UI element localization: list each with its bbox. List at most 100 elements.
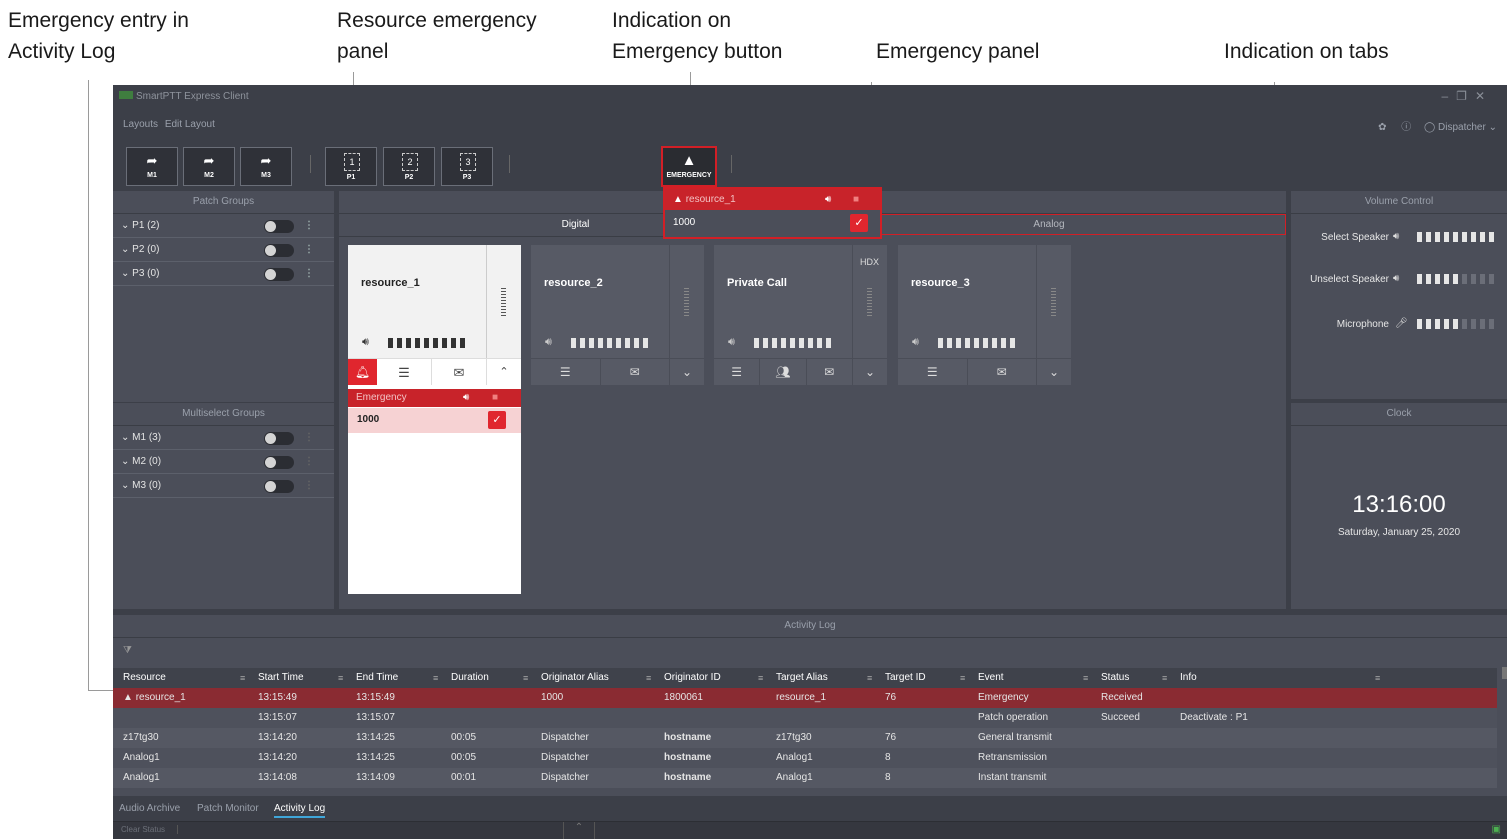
table-row[interactable]: z17tg30 13:14:20 13:14:25 00:05 Dispatcher ho… [113, 728, 1497, 748]
column-header[interactable]: Event [978, 668, 1004, 688]
speaker-icon[interactable]: 🔊︎ [545, 336, 552, 349]
speaker-icon[interactable]: 🔊︎ [912, 336, 919, 349]
chevron-down-icon[interactable]: ⌄ [121, 268, 129, 279]
more-icon[interactable]: ⋮ [304, 426, 314, 449]
drag-handle[interactable] [1036, 245, 1071, 359]
acknowledge-checkbox[interactable]: ✓ [850, 214, 868, 232]
speaker-icon[interactable]: 🔊︎ [728, 336, 735, 349]
restore-icon[interactable]: ❐ [1456, 89, 1475, 103]
multiselect-group-toggle[interactable] [264, 456, 294, 469]
group-icon[interactable]: 👥︎ [760, 359, 807, 385]
list-icon[interactable]: ☰ [531, 359, 601, 385]
delete-icon[interactable]: ■ [853, 189, 859, 210]
column-filter-icon[interactable]: ≡ [240, 668, 245, 688]
clear-status-button[interactable]: Clear Status [121, 825, 179, 834]
column-filter-icon[interactable]: ≡ [1083, 668, 1088, 688]
tab-patch-monitor[interactable]: Patch Monitor [197, 803, 259, 814]
list-icon[interactable]: ☰ [377, 359, 432, 386]
message-icon[interactable]: ✉ [432, 359, 487, 386]
message-icon[interactable]: ✉ [807, 359, 853, 385]
column-filter-icon[interactable]: ≡ [338, 668, 343, 688]
acknowledge-checkbox[interactable]: ✓ [488, 411, 506, 429]
multiselect-group-row[interactable]: ⌄ M1 (3) ⋮ [113, 426, 334, 450]
message-icon[interactable]: ✉ [968, 359, 1037, 385]
emergency-bell-icon[interactable]: 🔔︎ [348, 359, 377, 386]
chevron-down-icon[interactable]: ⌄ [121, 432, 129, 443]
column-header[interactable]: Info [1180, 668, 1197, 688]
column-header[interactable]: Originator Alias [541, 668, 609, 688]
column-filter-icon[interactable]: ≡ [433, 668, 438, 688]
chevron-down-icon[interactable]: ⌄ [121, 244, 129, 255]
more-icon[interactable]: ⋮ [304, 238, 314, 261]
patch-group-row[interactable]: ⌄ P1 (2) ⋮ [113, 214, 334, 238]
select-speaker-volume-slider[interactable] [1417, 232, 1498, 242]
emergency-button[interactable]: ▲ EMERGENCY [661, 146, 717, 187]
unselect-speaker-volume-slider[interactable] [1417, 274, 1498, 284]
column-header[interactable]: Start Time [258, 668, 304, 688]
chevron-down-icon[interactable]: ⌄ [1037, 359, 1071, 385]
minimize-icon[interactable]: – [1441, 89, 1456, 103]
chevron-up-icon[interactable]: ⌃ [487, 359, 521, 386]
speaker-icon[interactable]: 🔊︎ [463, 389, 469, 407]
column-header[interactable]: End Time [356, 668, 398, 688]
patch-button-p3[interactable]: 3 P3 [441, 147, 493, 186]
settings-icon[interactable]: ✿ [1378, 122, 1386, 133]
table-row[interactable]: Analog1 13:14:08 13:14:09 00:01 Dispatcher ho… [113, 768, 1497, 788]
menu-edit-layout[interactable]: Edit Layout [165, 119, 215, 130]
patch-group-toggle[interactable] [264, 244, 294, 257]
patch-button-p2[interactable]: 2 P2 [383, 147, 435, 186]
column-header[interactable]: Originator ID [664, 668, 721, 688]
table-row[interactable]: 13:15:07 13:15:07 Patch operation Succeed De… [113, 708, 1497, 728]
speaker-icon[interactable]: 🔊︎ [362, 336, 369, 349]
chevron-down-icon[interactable]: ⌄ [121, 456, 129, 467]
column-header[interactable]: Duration [451, 668, 489, 688]
chevron-down-icon[interactable]: ⌄ [853, 359, 887, 385]
column-header[interactable]: Status [1101, 668, 1129, 688]
multiselect-group-row[interactable]: ⌄ M3 (0) ⋮ [113, 474, 334, 498]
resource-card-private-call[interactable]: Private Call HDX 🔊︎ ☰ 👥︎ ✉ ⌄ [714, 245, 887, 385]
tab-audio-archive[interactable]: Audio Archive [119, 803, 180, 814]
drag-handle[interactable] [669, 245, 704, 359]
patch-group-row[interactable]: ⌄ P2 (0) ⋮ [113, 238, 334, 262]
more-icon[interactable]: ⋮ [304, 450, 314, 473]
multiselect-group-row[interactable]: ⌄ M2 (0) ⋮ [113, 450, 334, 474]
speaker-icon[interactable]: 🔊︎ [825, 189, 831, 210]
resource-card-resource-3[interactable]: resource_3 🔊︎ ☰ ✉ ⌄ [898, 245, 1071, 385]
column-filter-icon[interactable]: ≡ [758, 668, 763, 688]
chevron-down-icon[interactable]: ⌄ [121, 220, 129, 231]
column-filter-icon[interactable]: ≡ [867, 668, 872, 688]
more-icon[interactable]: ⋮ [304, 474, 314, 497]
table-row[interactable]: Analog1 13:14:20 13:14:25 00:05 Dispatcher ho… [113, 748, 1497, 768]
chevron-down-icon[interactable]: ⌄ [670, 359, 704, 385]
column-filter-icon[interactable]: ≡ [646, 668, 651, 688]
message-icon[interactable]: ✉ [601, 359, 670, 385]
multiselect-group-toggle[interactable] [264, 480, 294, 493]
column-filter-icon[interactable]: ≡ [523, 668, 528, 688]
list-icon[interactable]: ☰ [714, 359, 761, 385]
tab-analog[interactable]: Analog [812, 214, 1286, 235]
table-row[interactable]: ▲ resource_1 13:15:49 13:15:49 1000 1800061 r… [113, 688, 1497, 708]
column-header[interactable]: Target ID [885, 668, 926, 688]
microphone-volume-slider[interactable] [1417, 319, 1498, 329]
delete-icon[interactable]: ■ [492, 389, 498, 407]
column-filter-icon[interactable]: ≡ [960, 668, 965, 688]
multiselect-button-m2[interactable]: ➦ M2 [183, 147, 235, 186]
menu-layouts[interactable]: Layouts [123, 119, 158, 130]
column-filter-icon[interactable]: ≡ [1375, 668, 1380, 688]
column-header[interactable]: Resource [123, 668, 166, 688]
patch-group-toggle[interactable] [264, 220, 294, 233]
more-icon[interactable]: ⋮ [304, 214, 314, 237]
resource-card-resource-2[interactable]: resource_2 🔊︎ ☰ ✉ ⌄ [531, 245, 704, 385]
close-icon[interactable]: ✕ [1475, 89, 1493, 103]
column-header[interactable]: Target Alias [776, 668, 828, 688]
patch-group-toggle[interactable] [264, 268, 294, 281]
scrollbar[interactable] [1502, 667, 1507, 679]
multiselect-button-m1[interactable]: ➦ M1 [126, 147, 178, 186]
chevron-down-icon[interactable]: ⌄ [1489, 122, 1497, 133]
list-icon[interactable]: ☰ [898, 359, 968, 385]
tab-activity-log[interactable]: Activity Log [274, 803, 326, 818]
info-icon[interactable]: ⓘ [1401, 122, 1411, 133]
filter-icon[interactable]: ⧩ [123, 645, 132, 656]
drag-handle[interactable] [486, 245, 521, 359]
chevron-up-icon[interactable]: ⌃ [563, 822, 595, 839]
